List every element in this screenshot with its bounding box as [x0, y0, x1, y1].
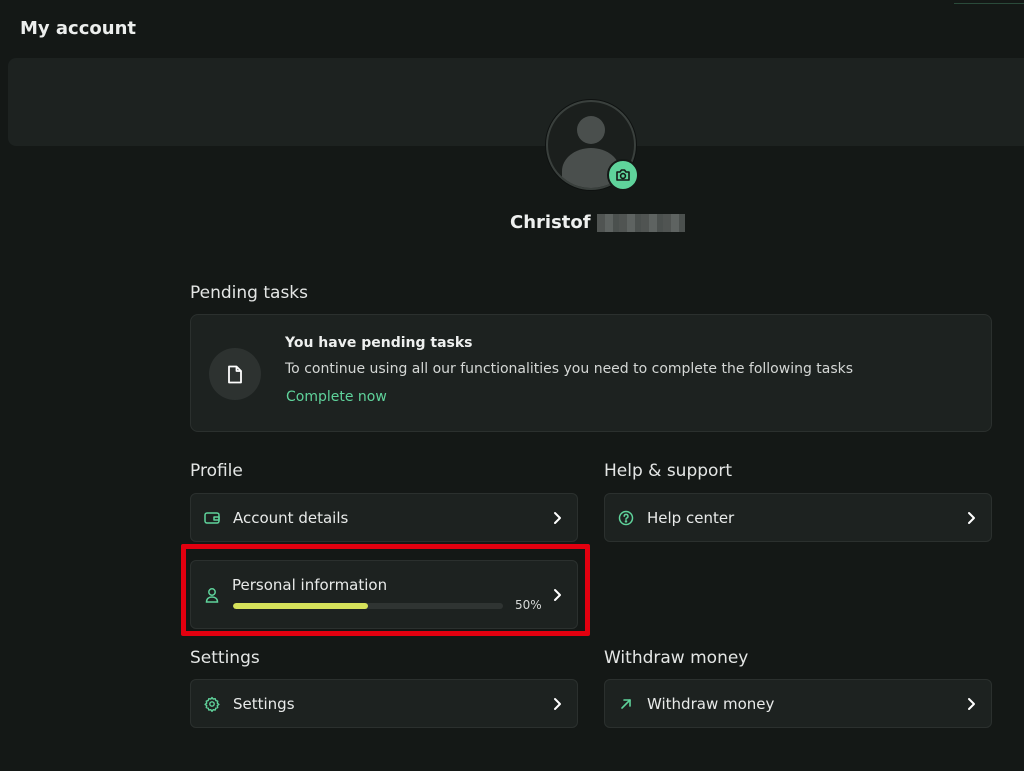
redacted-last-name: [596, 213, 685, 232]
help-center-label: Help center: [647, 509, 735, 527]
user-first-name: Christof: [510, 212, 591, 233]
camera-icon[interactable]: [607, 159, 639, 191]
account-details-label: Account details: [233, 509, 349, 527]
personal-information-button[interactable]: Personal information 50%: [190, 560, 578, 629]
document-icon: [209, 348, 261, 400]
complete-now-link[interactable]: Complete now: [286, 389, 387, 405]
withdraw-money-label: Withdraw money: [647, 695, 775, 713]
chevron-right-icon: [549, 695, 565, 713]
profile-section-title: Profile: [190, 461, 243, 481]
personal-info-progress-text: 50%: [515, 598, 542, 612]
withdraw-section-title: Withdraw money: [604, 648, 749, 668]
profile-banner: [8, 58, 1024, 146]
settings-button[interactable]: Settings: [190, 679, 578, 728]
user-name: Christof: [510, 212, 685, 233]
pending-tasks-title: Pending tasks: [190, 283, 309, 303]
personal-information-label: Personal information: [232, 576, 388, 594]
avatar-container: [546, 100, 639, 191]
help-center-button[interactable]: Help center: [604, 493, 992, 542]
withdraw-money-button[interactable]: Withdraw money: [604, 679, 992, 728]
wallet-icon: [203, 509, 221, 527]
arrow-up-right-icon: [617, 695, 635, 713]
pending-tasks-card: You have pending tasks To continue using…: [190, 314, 992, 432]
chevron-right-icon: [963, 509, 979, 527]
gear-icon: [203, 695, 221, 713]
settings-label: Settings: [233, 695, 295, 713]
question-circle-icon: [617, 509, 635, 527]
pending-tasks-description: To continue using all our functionalitie…: [285, 361, 854, 377]
personal-info-progress-bar: [233, 603, 503, 609]
chevron-right-icon: [549, 586, 565, 604]
chevron-right-icon: [549, 509, 565, 527]
settings-section-title: Settings: [190, 648, 260, 668]
page-title: My account: [20, 18, 136, 39]
help-section-title: Help & support: [604, 461, 733, 481]
pending-tasks-heading: You have pending tasks: [285, 335, 473, 351]
avatar-head: [577, 116, 605, 144]
user-icon: [203, 586, 221, 604]
page: My account Christof Pending tasks You ha…: [0, 0, 1024, 771]
chevron-right-icon: [963, 695, 979, 713]
personal-info-progress-fill: [233, 603, 368, 609]
account-details-button[interactable]: Account details: [190, 493, 578, 542]
top-decoration: [954, 0, 1024, 4]
